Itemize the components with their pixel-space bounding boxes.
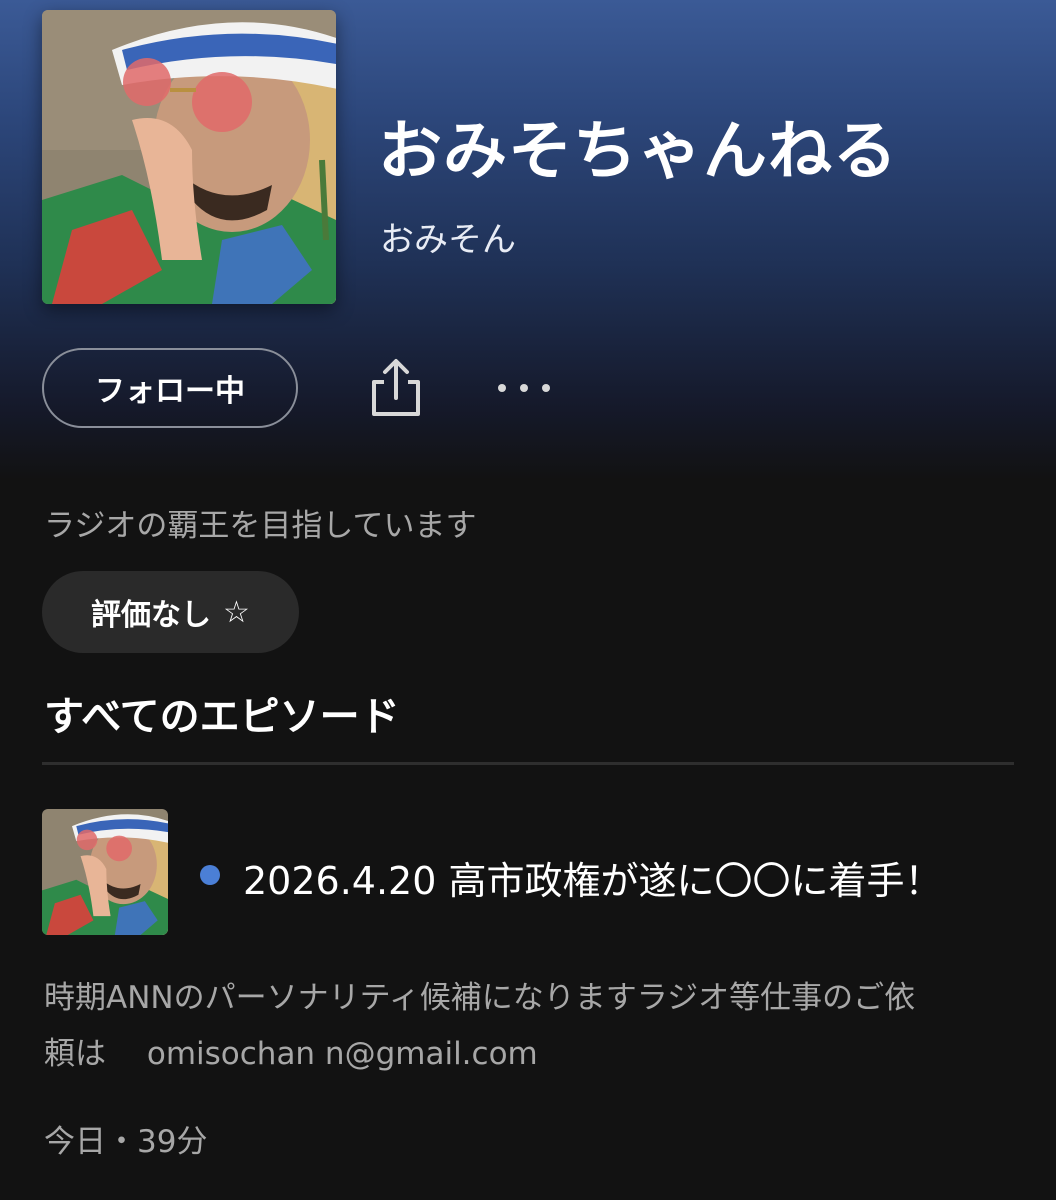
episode-description-line: 時期ANNのパーソナリティ候補になりますラジオ等仕事のご依 bbox=[44, 980, 916, 1016]
share-icon bbox=[372, 359, 420, 416]
podcast-cover-art bbox=[42, 10, 336, 304]
episode-description-line: 頼は omisochan n@gmail.com bbox=[44, 1036, 538, 1072]
show-description: ラジオの覇王を目指しています bbox=[44, 508, 477, 544]
episode-thumbnail[interactable] bbox=[42, 809, 168, 935]
episode-meta: 今日・39分 bbox=[44, 1124, 208, 1160]
follow-button[interactable]: フォロー中 bbox=[42, 348, 298, 428]
episode-thumbnail-image bbox=[42, 809, 168, 935]
share-button[interactable] bbox=[366, 356, 426, 420]
show-author[interactable]: おみそん bbox=[380, 212, 516, 261]
more-options-button[interactable] bbox=[494, 370, 554, 406]
follow-button-label: フォロー中 bbox=[95, 374, 245, 409]
cover-art-image bbox=[42, 10, 336, 304]
rating-label: 評価なし bbox=[91, 598, 212, 633]
episodes-section-title: すべてのエピソード bbox=[44, 694, 400, 740]
star-outline-icon: ☆ bbox=[223, 594, 250, 630]
rating-button[interactable]: 評価なし ☆ bbox=[42, 571, 299, 653]
show-title: おみそちゃんねる bbox=[378, 115, 898, 189]
unplayed-indicator-dot bbox=[200, 865, 220, 885]
episode-description: 時期ANNのパーソナリティ候補になりますラジオ等仕事のご依 頼は omisoch… bbox=[44, 970, 1024, 1082]
section-divider bbox=[42, 762, 1014, 765]
more-horizontal-icon bbox=[498, 384, 550, 392]
episode-title[interactable]: 2026.4.20 高市政権が遂に〇〇に着手！ bbox=[243, 850, 942, 905]
